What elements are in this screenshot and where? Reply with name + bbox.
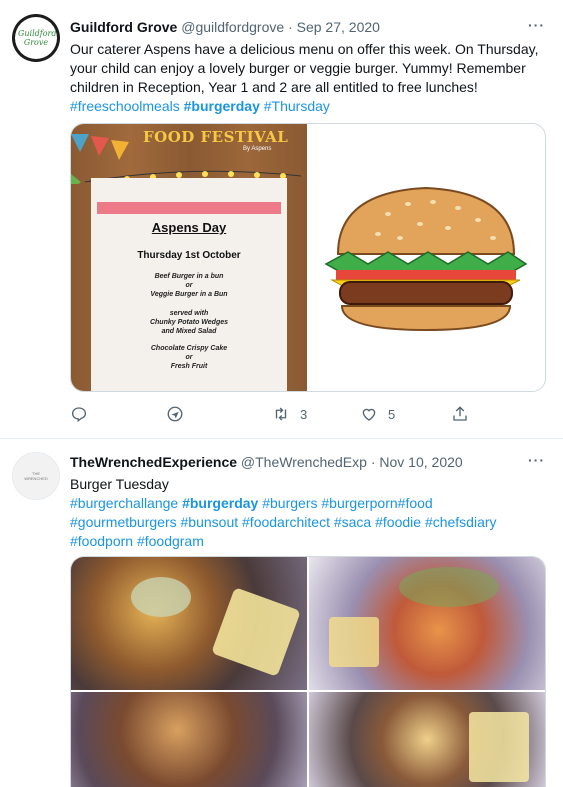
- burger-photo-2[interactable]: [309, 557, 545, 690]
- hashtag[interactable]: #saca: [334, 514, 371, 530]
- retweet-count: 3: [300, 406, 308, 422]
- tweet-wrenched-experience[interactable]: THE WRENCHED TheWrenchedExperience @TheW…: [0, 438, 563, 787]
- poster-line: Veggie Burger in a Bun: [150, 291, 228, 298]
- avatar-logo-text: THE WRENCHED: [24, 471, 48, 481]
- burger-photo-1[interactable]: [71, 557, 307, 690]
- poster-line: Beef Burger in a bun: [154, 273, 224, 280]
- hashtag[interactable]: #gourmetburgers: [70, 514, 177, 530]
- hashtag[interactable]: #burgers: [262, 495, 317, 511]
- tweet-media-card[interactable]: FOOD FESTIVAL By Aspens Aspens Day Thurs…: [70, 123, 546, 392]
- poster-line: and Mixed Salad: [161, 328, 217, 335]
- avatar[interactable]: THE WRENCHED: [12, 452, 60, 500]
- poster-line: Fresh Fruit: [170, 363, 208, 370]
- hashtag[interactable]: #burgerchallange: [70, 495, 178, 511]
- hashtag[interactable]: #chefsdiary: [425, 514, 497, 530]
- like-count: 5: [388, 406, 396, 422]
- hashtag[interactable]: #foodporn: [70, 533, 133, 549]
- dot-separator: ·: [288, 19, 293, 35]
- hashtag[interactable]: #freeschoolmeals: [70, 98, 180, 114]
- retweet-icon: [275, 407, 287, 421]
- share-button[interactable]: [451, 405, 469, 423]
- dot-separator: ·: [370, 454, 376, 470]
- share-dm-button[interactable]: [166, 405, 184, 423]
- hashtag[interactable]: #foodarchitect: [242, 514, 330, 530]
- like-button[interactable]: 5: [360, 405, 395, 423]
- food-festival-poster: FOOD FESTIVAL By Aspens Aspens Day Thurs…: [71, 124, 307, 391]
- tweet-guildford-grove[interactable]: Guildford Grove Guildford Grove @guildfo…: [0, 0, 563, 439]
- message-icon: [167, 406, 183, 422]
- avatar[interactable]: Guildford Grove: [12, 14, 60, 62]
- tweet-text: Our caterer Aspens have a delicious menu…: [70, 41, 539, 95]
- hashtag[interactable]: #bunsout: [181, 514, 239, 530]
- poster-line: or: [185, 354, 193, 361]
- poster-paper: Aspens Day Thursday 1st October Beef Bur…: [91, 178, 287, 391]
- tweet-actions: 3 5: [0, 405, 563, 425]
- author-name[interactable]: Guildford Grove: [70, 19, 177, 35]
- tweet-body: Our caterer Aspens have a delicious menu…: [70, 40, 550, 116]
- avatar-logo-text: Guildford Grove: [18, 29, 57, 47]
- author-name[interactable]: TheWrenchedExperience: [70, 454, 237, 470]
- reply-button[interactable]: [70, 405, 98, 423]
- heart-icon: [362, 408, 376, 421]
- poster-line: Chunky Potato Wedges: [149, 319, 229, 326]
- burger-photo-3[interactable]: [71, 692, 307, 787]
- tweet-text: Burger Tuesday: [70, 476, 169, 492]
- retweet-button[interactable]: 3: [272, 405, 307, 423]
- more-options-icon[interactable]: ···: [528, 452, 545, 468]
- burger-illustration: [308, 124, 544, 391]
- tweet-body: Burger Tuesday #burgerchallange #burgerd…: [70, 475, 550, 551]
- hashtag[interactable]: #Thursday: [264, 98, 330, 114]
- poster-line: or: [185, 282, 193, 289]
- tweet-date[interactable]: Sep 27, 2020: [297, 19, 380, 35]
- author-handle[interactable]: @TheWrenchedExp: [241, 454, 367, 470]
- hashtag[interactable]: #burgerporn: [321, 495, 397, 511]
- author-handle[interactable]: @guildfordgrove: [181, 19, 284, 35]
- poster-date: Thursday 1st October: [137, 250, 241, 261]
- burger-photo-4[interactable]: [309, 692, 545, 787]
- reply-icon: [71, 407, 87, 423]
- poster-banner: FOOD FESTIVAL: [143, 128, 289, 146]
- poster-line: served with: [169, 310, 209, 317]
- poster-by-line: By Aspens: [243, 146, 272, 152]
- tweet-photo-grid[interactable]: [70, 556, 546, 787]
- tweet-date[interactable]: Nov 10, 2020: [379, 454, 462, 470]
- hashtag[interactable]: #burgerday: [184, 98, 260, 114]
- poster-ribbon: [97, 202, 281, 214]
- more-options-icon[interactable]: ···: [528, 17, 545, 33]
- hashtag[interactable]: #burgerday: [182, 495, 258, 511]
- hashtag[interactable]: #foodgram: [137, 533, 204, 549]
- poster-line: Chocolate Crispy Cake: [150, 345, 228, 352]
- hashtag[interactable]: #food: [398, 495, 433, 511]
- poster-heading: Aspens Day: [151, 220, 227, 235]
- share-icon: [453, 406, 467, 421]
- hashtag[interactable]: #foodie: [375, 514, 421, 530]
